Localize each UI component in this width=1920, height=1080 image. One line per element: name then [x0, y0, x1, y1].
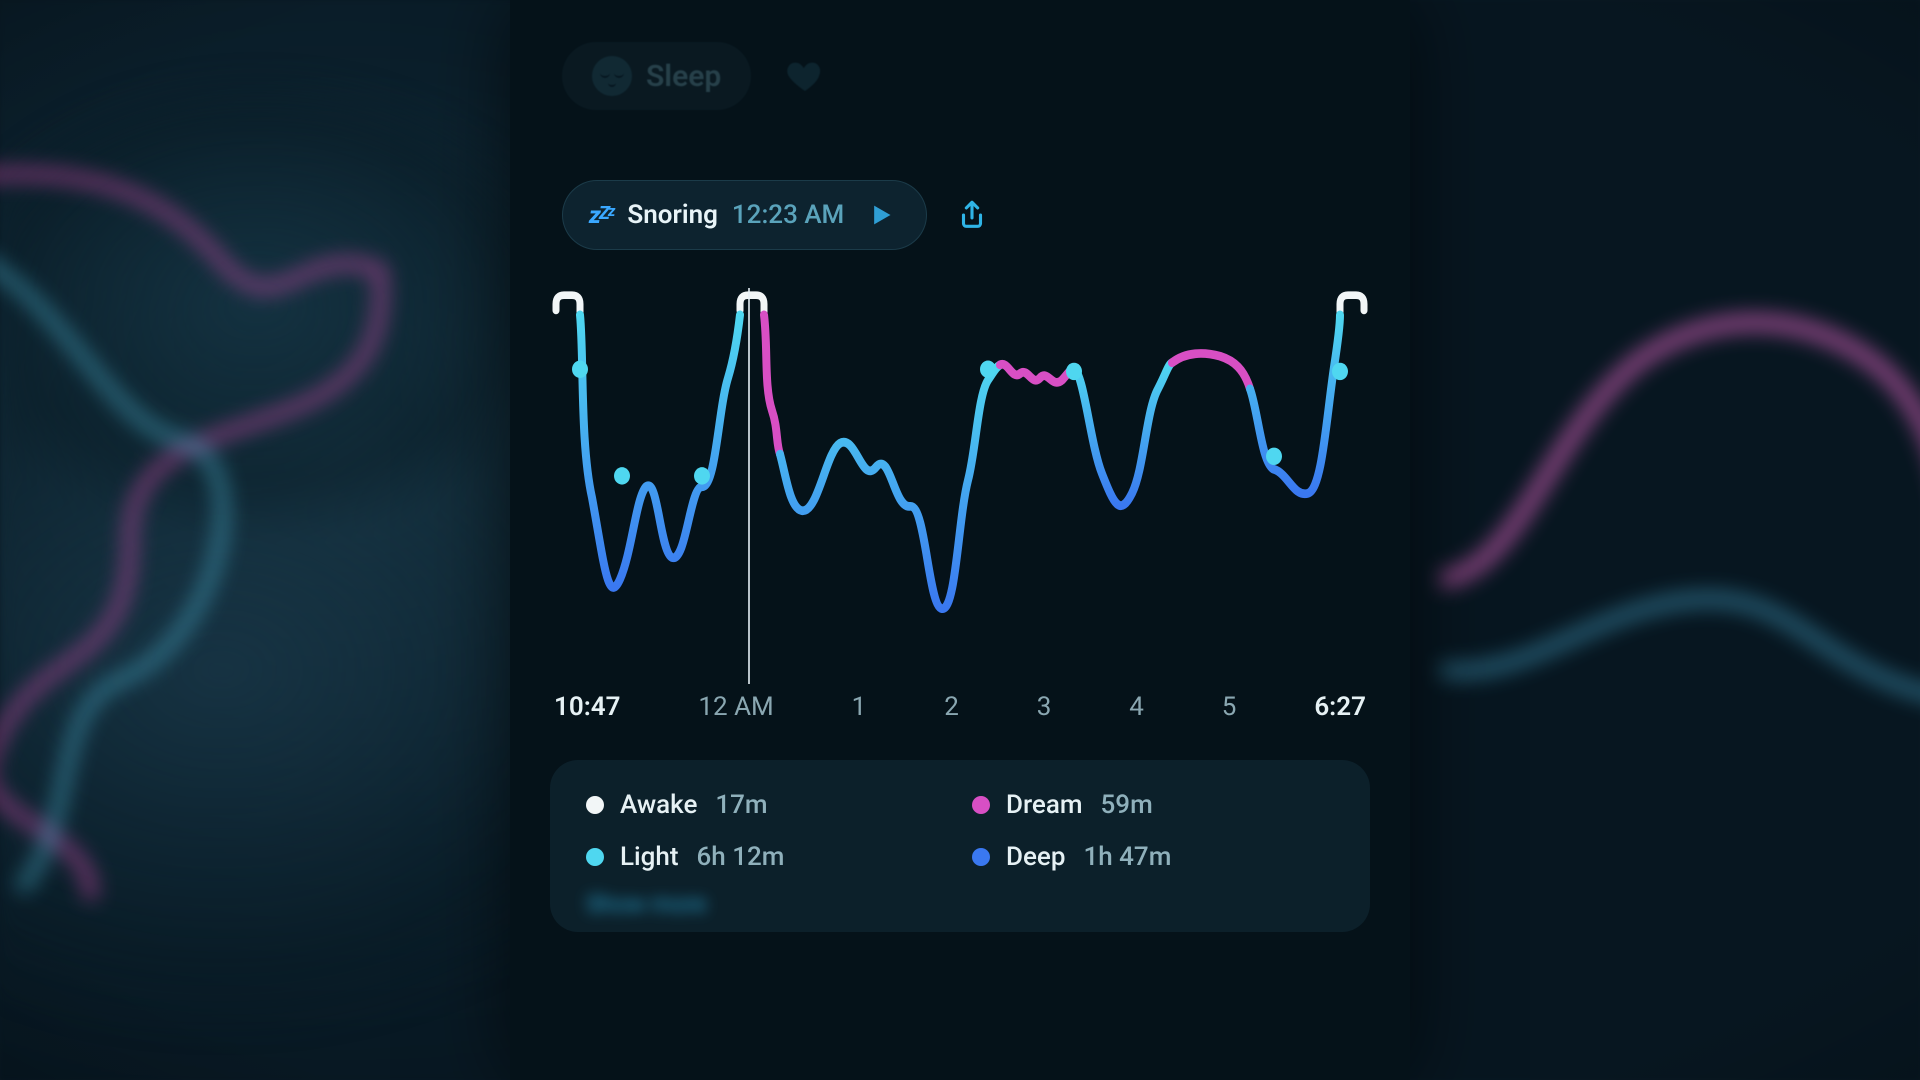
- legend-item-light: Light 6h 12m: [586, 842, 948, 872]
- top-tabs: Sleep: [562, 42, 1370, 110]
- legend-dot-deep: [972, 848, 990, 866]
- tab-sleep[interactable]: Sleep: [562, 42, 751, 110]
- sleep-face-icon: [592, 56, 632, 96]
- event-time: 12:23 AM: [732, 200, 844, 230]
- chart-scrubber[interactable]: [748, 288, 750, 684]
- event-label: Snoring: [627, 200, 718, 230]
- xaxis-tick: 2: [944, 692, 959, 722]
- xaxis-tick: 1: [852, 692, 867, 722]
- tab-sleep-label: Sleep: [646, 59, 721, 94]
- sleep-chart-svg: [550, 280, 1370, 650]
- legend-label: Deep: [1006, 842, 1065, 872]
- legend-value: 1h 47m: [1083, 842, 1171, 872]
- legend-dot-light: [586, 848, 604, 866]
- legend-item-awake: Awake 17m: [586, 790, 948, 820]
- share-button[interactable]: [949, 192, 995, 238]
- play-button[interactable]: [864, 195, 900, 235]
- legend-label: Awake: [620, 790, 697, 820]
- xaxis-tick: 10:47: [554, 692, 621, 722]
- legend-label: Light: [620, 842, 679, 872]
- snoring-icon: zZz: [589, 201, 613, 229]
- xaxis-tick: 3: [1037, 692, 1052, 722]
- legend-dot-awake: [586, 796, 604, 814]
- play-icon: [866, 201, 894, 229]
- legend-dot-dream: [972, 796, 990, 814]
- xaxis-tick: 6:27: [1314, 692, 1366, 722]
- sleep-app-card: Sleep zZz Snoring 12:23 AM: [510, 0, 1410, 1080]
- xaxis-tick: 5: [1222, 692, 1237, 722]
- xaxis-tick: 12 AM: [698, 692, 773, 722]
- event-row: zZz Snoring 12:23 AM: [562, 180, 1370, 250]
- sleep-chart[interactable]: [550, 280, 1370, 650]
- heart-icon: [785, 56, 825, 96]
- show-more-link[interactable]: Show more: [586, 890, 707, 918]
- legend-item-dream: Dream 59m: [972, 790, 1334, 820]
- legend-item-deep: Deep 1h 47m: [972, 842, 1334, 872]
- share-icon: [955, 198, 989, 232]
- legend-value: 59m: [1101, 790, 1153, 820]
- chart-xaxis: 10:47 12 AM 1 2 3 4 5 6:27: [550, 692, 1370, 722]
- legend-value: 17m: [715, 790, 767, 820]
- tab-heart[interactable]: [779, 50, 831, 102]
- event-pill[interactable]: zZz Snoring 12:23 AM: [562, 180, 927, 250]
- legend-value: 6h 12m: [697, 842, 785, 872]
- xaxis-tick: 4: [1129, 692, 1144, 722]
- legend-card: Awake 17m Dream 59m Light 6h 12m Deep 1h…: [550, 760, 1370, 932]
- legend-label: Dream: [1006, 790, 1083, 820]
